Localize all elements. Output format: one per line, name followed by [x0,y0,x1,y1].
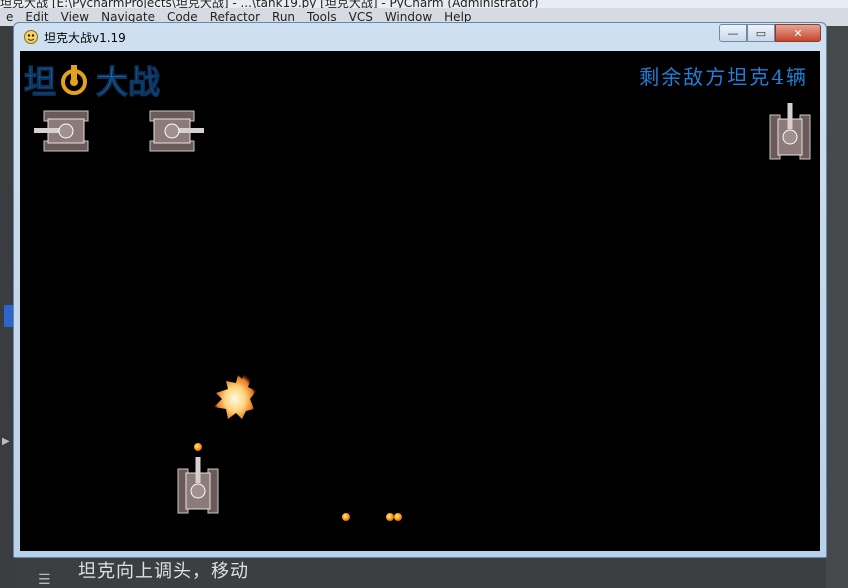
bullet [386,513,394,521]
explosion-sprite [214,369,256,419]
bullet [342,513,350,521]
pygame-snake-icon [24,30,38,44]
ide-title-bar: 坦克大战 [E:\PycharmProjects\坦克大战] - ...\tan… [0,0,848,8]
svg-text:大战: 大战 [96,63,160,101]
close-button[interactable]: ✕ [775,24,821,42]
maximize-button[interactable]: ▭ [747,24,775,42]
window-titlebar[interactable]: 坦克大战v1.19 — ▭ ✕ [14,23,826,49]
svg-text:坦: 坦 [24,63,56,101]
list-icon[interactable]: ☰ [38,572,51,588]
game-window: 坦克大战v1.19 — ▭ ✕ 坦 大战 剩余敌方坦克4辆 [13,22,827,558]
game-logo: 坦 大战 [24,63,161,102]
ide-right-scrollbar[interactable] [826,26,848,588]
minimize-button[interactable]: — [719,24,747,42]
player-tank [177,457,219,514]
enemy-tank [34,110,89,152]
expand-arrow-icon[interactable]: ▶ [2,436,10,447]
enemy-tank [149,110,204,152]
console-output-line: 坦克向上调头，移动 [78,561,249,582]
enemy-count-text: 剩余敌方坦克4辆 [639,65,808,89]
window-title: 坦克大战v1.19 [44,31,126,45]
bullet [194,443,202,451]
bullet [394,513,402,521]
game-canvas[interactable]: 坦 大战 剩余敌方坦克4辆 [20,51,820,551]
enemy-tank [769,103,811,160]
